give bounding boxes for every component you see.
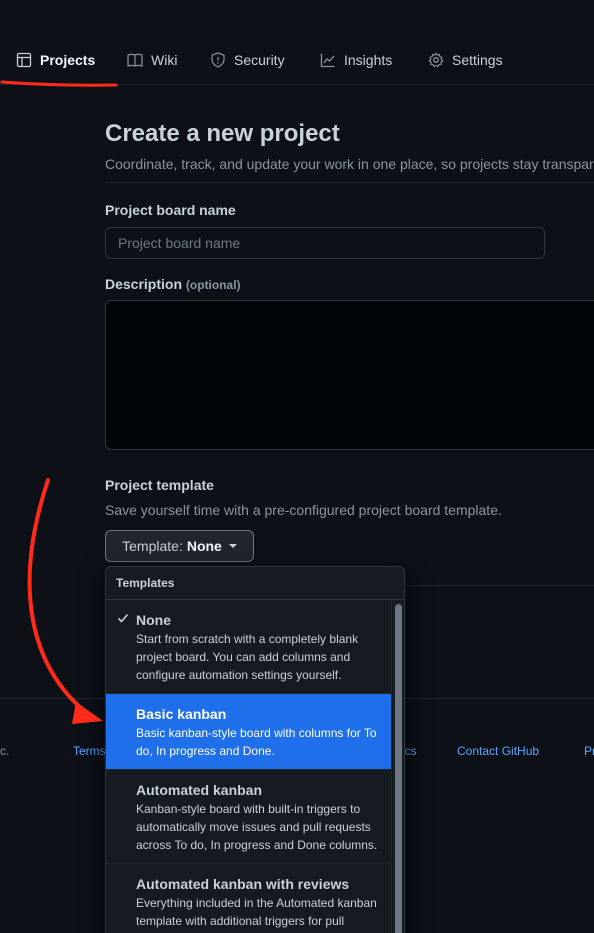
project-table-icon xyxy=(16,52,32,68)
shield-icon xyxy=(211,52,225,68)
footer-copyright: c. xyxy=(0,744,10,758)
template-option-desc: Basic kanban-style board with columns fo… xyxy=(136,726,377,758)
tab-label: Security xyxy=(234,52,285,68)
dropdown-header: Templates xyxy=(106,567,404,600)
template-option-name: Automated kanban with reviews xyxy=(136,876,350,892)
template-option-name: Basic kanban xyxy=(136,706,227,722)
template-label: Project template xyxy=(105,477,214,493)
tab-label: Insights xyxy=(344,52,393,68)
description-label: Description (optional) xyxy=(105,276,241,292)
scrollbar-thumb[interactable] xyxy=(395,604,402,933)
template-hint: Save yourself time with a pre-configured… xyxy=(105,502,502,518)
template-option-desc: Start from scratch with a completely bla… xyxy=(136,632,359,682)
template-option-automated-kanban[interactable]: Automated kanban Kanban-style board with… xyxy=(106,770,391,864)
template-button-value: None xyxy=(186,538,222,554)
tab-label: Projects xyxy=(40,52,96,68)
tab-label: Wiki xyxy=(151,52,178,68)
template-option-automated-kanban-reviews[interactable]: Automated kanban with reviews Everything… xyxy=(106,864,391,933)
template-option-desc: Everything included in the Automated kan… xyxy=(136,896,377,933)
check-icon xyxy=(117,613,129,623)
gear-icon xyxy=(428,52,444,68)
footer-pricing-link[interactable]: Pr xyxy=(584,744,594,758)
template-list: None Start from scratch with a completel… xyxy=(106,600,391,933)
tab-security[interactable]: Security xyxy=(210,48,285,72)
template-option-desc: Kanban-style board with built-in trigger… xyxy=(136,802,378,852)
template-option-name: None xyxy=(136,612,171,628)
optional-note: (optional) xyxy=(185,278,241,292)
repo-tab-nav: Projects Wiki Security Insights Settings xyxy=(0,0,594,87)
tab-projects[interactable]: Projects xyxy=(16,48,95,72)
tab-settings[interactable]: Settings xyxy=(428,48,503,72)
page-title: Create a new project xyxy=(105,120,340,147)
template-dropdown-menu: Templates None Start from scratch with a… xyxy=(105,566,405,933)
template-button-prefix: Template: xyxy=(122,538,183,554)
caret-down-icon xyxy=(228,544,237,548)
book-icon xyxy=(127,53,143,67)
template-option-basic-kanban[interactable]: Basic kanban Basic kanban-style board wi… xyxy=(106,694,391,770)
template-select-button[interactable]: Template: None xyxy=(105,530,254,562)
footer-contact-link[interactable]: Contact GitHub xyxy=(457,744,539,758)
project-name-label: Project board name xyxy=(105,202,236,218)
tab-wiki[interactable]: Wiki xyxy=(127,48,177,72)
dropdown-scrollbar[interactable] xyxy=(391,600,404,933)
divider xyxy=(105,182,594,183)
graph-icon xyxy=(320,53,335,68)
selected-tab-underline xyxy=(0,80,118,87)
tab-insights[interactable]: Insights xyxy=(320,48,392,72)
description-textarea[interactable] xyxy=(105,300,594,450)
footer-terms-link[interactable]: Terms xyxy=(73,744,106,758)
template-option-name: Automated kanban xyxy=(136,782,263,798)
template-option-none[interactable]: None Start from scratch with a completel… xyxy=(106,600,391,694)
page-subtitle: Coordinate, track, and update your work … xyxy=(105,156,594,172)
project-name-input[interactable] xyxy=(105,227,545,259)
description-label-text: Description xyxy=(105,276,183,292)
tab-label: Settings xyxy=(452,52,503,68)
page: Projects Wiki Security Insights Settings… xyxy=(0,0,594,933)
